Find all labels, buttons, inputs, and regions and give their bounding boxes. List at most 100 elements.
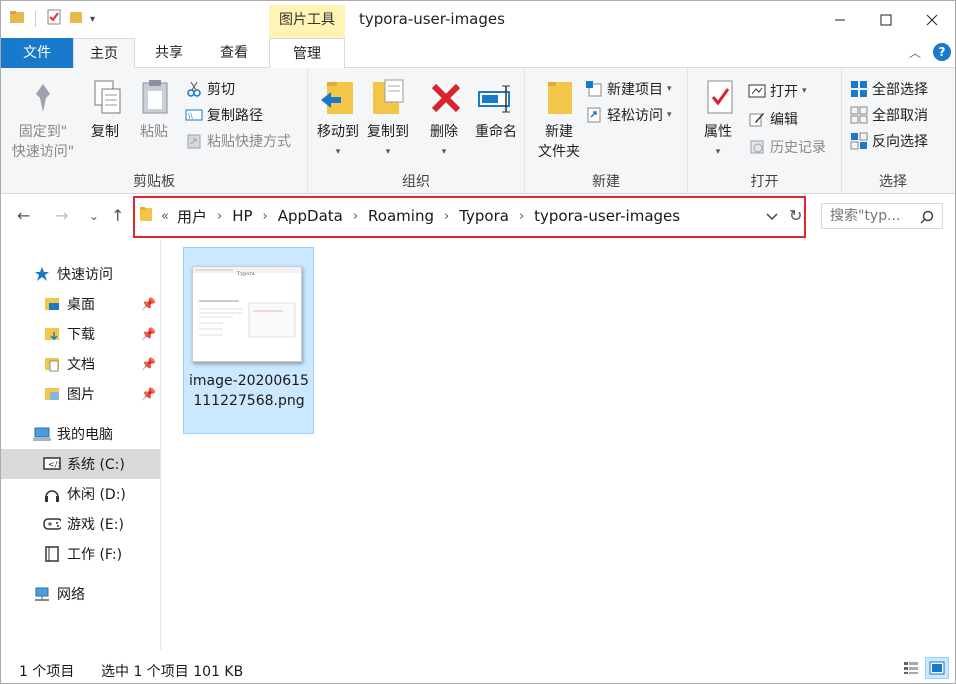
tab-home[interactable]: 主页 [73,38,135,69]
history-button[interactable]: 历史记录 [748,136,826,158]
minimize-button[interactable] [817,1,863,38]
paste-shortcut-icon [185,132,203,150]
chevron-right-icon[interactable]: › [444,209,449,224]
customize-qat-icon[interactable]: ▾ [90,14,95,25]
select-none-button[interactable]: 全部取消 [850,104,928,126]
search-icon [920,208,934,232]
title-bar: ▾ 图片工具 typora-user-images [1,1,955,38]
copy-path-button[interactable]: \\ 复制路径 [185,104,263,126]
tab-view[interactable]: 查看 [205,38,263,68]
collapse-ribbon-icon[interactable]: ︿ [909,44,921,61]
nav-drive-d[interactable]: 休闲 (D:) [1,479,160,509]
address-bar[interactable]: « 用户 › HP › AppData › Roaming › Typora ›… [139,203,809,229]
properties-dropdown-icon: ▾ [715,147,721,157]
large-icons-view-button[interactable] [925,657,949,679]
edit-button[interactable]: 编辑 [748,108,798,130]
file-explorer-window: ▾ 图片工具 typora-user-images 文件 主页 共享 查看 管理… [0,0,956,684]
up-arrow-icon[interactable]: ↑ [111,206,124,225]
minimize-icon [835,19,845,20]
copy-to-label: 复制到 [367,124,409,140]
breadcrumb-typora[interactable]: Typora [459,207,509,225]
tab-file[interactable]: 文件 [1,38,73,68]
chevron-right-icon[interactable]: › [353,209,358,224]
pin-icon[interactable]: 📌 [141,297,156,311]
nav-desktop[interactable]: 桌面 📌 [1,289,160,319]
new-item-button[interactable]: 新建项目 ▾ [585,78,672,100]
nav-drive-f[interactable]: 工作 (F:) [1,539,160,569]
paste-shortcut-button[interactable]: 粘贴快捷方式 [185,130,291,152]
select-all-button[interactable]: 全部选择 [850,78,928,100]
edit-icon [748,110,766,128]
back-arrow-icon[interactable]: ← [17,206,30,225]
open-button[interactable]: 打开 ▾ [748,80,807,102]
breadcrumb-overflow[interactable]: « [161,209,169,224]
rename-button[interactable]: 重命名 [470,76,522,142]
copy-to-button[interactable]: 复制到 ▾ [364,76,412,162]
chevron-right-icon[interactable]: › [519,209,524,224]
easy-access-dropdown-icon: ▾ [667,110,672,120]
details-view-button[interactable] [899,657,923,679]
address-history-dropdown-icon[interactable] [766,209,778,225]
pin-icon[interactable]: 📌 [141,387,156,401]
select-none-label: 全部取消 [872,108,928,124]
pin-icon[interactable]: 📌 [141,357,156,371]
breadcrumb-hp[interactable]: HP [232,207,252,225]
headphones-icon [43,485,61,503]
cut-button[interactable]: 剪切 [185,78,235,100]
nav-this-pc[interactable]: 我的电脑 [1,419,160,449]
chevron-right-icon[interactable]: › [263,209,268,224]
nav-drive-c[interactable]: </> 系统 (C:) [1,449,160,479]
copy-button[interactable]: 复制 [85,76,125,142]
nav-downloads[interactable]: 下载 📌 [1,319,160,349]
maximize-button[interactable] [863,1,909,38]
help-icon[interactable]: ? [933,43,951,61]
tab-share[interactable]: 共享 [141,38,197,68]
quick-access-toolbar: ▾ [9,9,95,29]
new-folder-label-line2: 文件夹 [538,144,580,160]
nav-quick-access[interactable]: 快速访问 [1,259,160,289]
invert-selection-icon [850,132,868,150]
pin-icon[interactable]: 📌 [141,327,156,341]
clipboard-group-label: 剪贴板 [133,174,175,190]
nav-desktop-label: 桌面 [67,297,95,313]
invert-selection-button[interactable]: 反向选择 [850,130,928,152]
delete-button[interactable]: 删除 ▾ [424,76,464,162]
paste-button[interactable]: 粘贴 [133,76,175,142]
new-folder-quick-icon[interactable] [68,9,84,29]
open-group-label: 打开 [750,174,779,190]
nav-documents[interactable]: 文档 📌 [1,349,160,379]
easy-access-button[interactable]: 轻松访问 ▾ [585,104,672,126]
move-to-dropdown-icon: ▾ [335,147,341,157]
pin-icon [21,76,65,120]
forward-arrow-icon[interactable]: → [55,206,68,225]
star-icon [33,265,51,283]
breadcrumb-appdata[interactable]: AppData [278,207,343,225]
close-button[interactable] [909,1,955,38]
nav-drive-e[interactable]: 游戏 (E:) [1,509,160,539]
refresh-icon[interactable]: ↻ [789,206,802,225]
select-group-label: 选择 [879,174,907,190]
properties-button[interactable]: 属性 ▾ [698,76,738,162]
breadcrumb-roaming[interactable]: Roaming [368,207,434,225]
nav-network[interactable]: 网络 [1,579,160,609]
open-label: 打开 [770,84,798,100]
new-folder-button[interactable]: 新建 文件夹 [531,76,587,162]
folder-icon [9,9,25,29]
move-to-button[interactable]: 移动到 ▾ [314,76,362,162]
nav-pictures[interactable]: 图片 📌 [1,379,160,409]
chevron-right-icon[interactable]: › [217,209,222,224]
paste-shortcut-label: 粘贴快捷方式 [207,134,291,150]
delete-icon [424,76,468,120]
properties-quick-icon[interactable] [46,9,62,29]
breadcrumb-users[interactable]: 用户 [177,206,207,227]
recent-locations-chevron-icon[interactable]: ⌄ [89,209,99,223]
pin-quick-access-button[interactable]: 固定到" 快速访问" [9,76,77,162]
search-input[interactable]: 搜索"typ... [821,203,943,229]
tab-manage[interactable]: 管理 [269,38,345,68]
breadcrumb-typora-user-images[interactable]: typora-user-images [534,207,680,225]
select-group: 全部选择 全部取消 反向选择 选择 [842,68,944,194]
select-all-icon [850,80,868,98]
svg-text:\\: \\ [188,112,193,120]
move-to-icon [316,76,360,120]
file-name-label[interactable]: image-20200615111227568.png [187,371,311,411]
